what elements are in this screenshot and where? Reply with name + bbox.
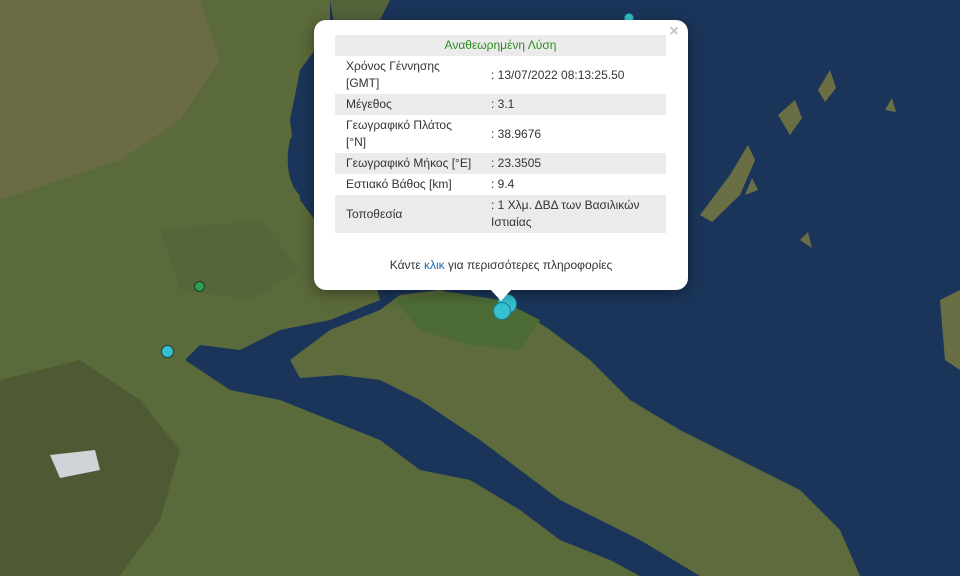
magnitude-label: Μέγεθος — [335, 94, 480, 115]
depth-value: : 9.4 — [491, 177, 515, 191]
location-value: : 1 Χλμ. ΔΒΔ των Βασιλικών Ιστιαίας — [480, 195, 666, 233]
origin-time-value: : 13/07/2022 08:13:25.50 — [491, 67, 625, 82]
longitude-value: : 23.3505 — [480, 153, 666, 174]
earthquake-details-table: Αναθεωρημένη Λύση Χρόνος Γέννησης [GMT] … — [335, 35, 666, 233]
earthquake-info-popup: × Αναθεωρημένη Λύση Χρόνος Γέννησης [GMT… — [314, 20, 688, 290]
earthquake-marker-older[interactable] — [194, 281, 205, 292]
more-info-link[interactable]: κλικ — [424, 258, 445, 272]
close-icon[interactable]: × — [666, 24, 682, 40]
earthquake-marker[interactable] — [161, 345, 174, 358]
location-label: Τοποθεσία — [335, 195, 480, 233]
latitude-value: : 38.9676 — [491, 126, 542, 141]
earthquake-marker[interactable] — [493, 302, 511, 320]
longitude-label: Γεωγραφικό Μήκος [°E] — [335, 153, 480, 174]
latitude-label: Γεωγραφικό Πλάτος [°N] — [346, 118, 452, 149]
origin-time-label: Χρόνος Γέννησης [GMT] — [346, 59, 440, 90]
more-info-prefix: Κάντε — [389, 258, 424, 272]
popup-pointer — [490, 289, 512, 301]
magnitude-value: : 3.1 — [480, 94, 666, 115]
satellite-map[interactable]: × Αναθεωρημένη Λύση Χρόνος Γέννησης [GMT… — [0, 0, 960, 576]
popup-title: Αναθεωρημένη Λύση — [335, 35, 666, 56]
more-info-line: Κάντε κλικ για περισσότερες πληροφορίες — [314, 258, 688, 272]
more-info-suffix: για περισσότερες πληροφορίες — [444, 258, 613, 272]
depth-label: Εστιακό Βάθος [km] — [346, 177, 452, 191]
